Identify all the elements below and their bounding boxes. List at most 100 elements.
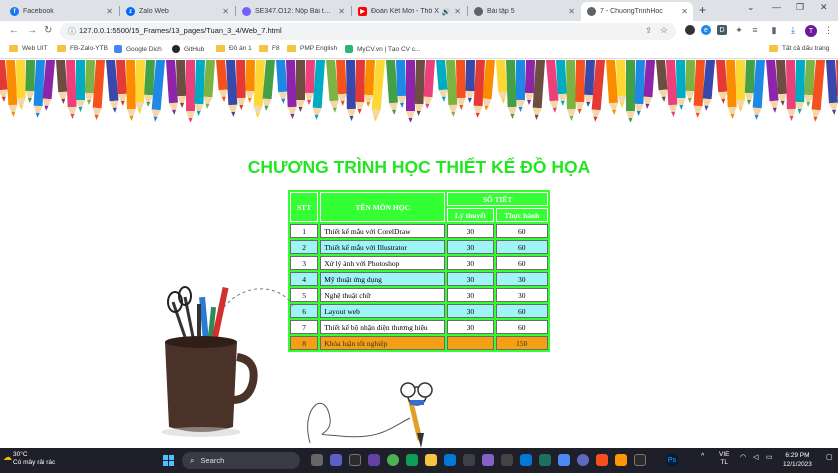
close-window-button[interactable]: ✕: [820, 2, 828, 13]
teams-icon[interactable]: [330, 454, 342, 466]
minimize-button[interactable]: —: [772, 2, 781, 12]
table-row: 6 Layout web 30 60: [290, 304, 548, 318]
tab-search-icon[interactable]: ⌄: [747, 2, 755, 13]
app-icon[interactable]: [539, 454, 551, 466]
bookmark-google-dich[interactable]: Google Dich: [114, 45, 162, 53]
bookmark-web-uit[interactable]: Web UIT: [9, 45, 48, 52]
app-icon[interactable]: [596, 454, 608, 466]
header-practice: Thực hành: [495, 208, 548, 222]
weather-widget[interactable]: ☁ 30°C Có mây rải rác: [3, 451, 55, 467]
globe-icon: [587, 7, 596, 16]
app-icon[interactable]: [349, 454, 361, 466]
youtube-icon: ▶: [358, 7, 367, 16]
app-icon[interactable]: [615, 454, 627, 466]
cell-theory: 30: [447, 256, 494, 270]
bookmark-do-an-1[interactable]: Đồ án 1: [216, 45, 252, 52]
forward-button[interactable]: →: [27, 25, 37, 36]
github-icon: [172, 45, 180, 53]
wifi-icon[interactable]: ◠: [740, 453, 746, 461]
tab-chuong-trinh-hoc[interactable]: 7 - ChuongTrinhHoc ✕: [581, 2, 693, 21]
share-icon[interactable]: ⇪: [645, 26, 652, 35]
visual-studio-icon[interactable]: [482, 454, 494, 466]
photoshop-icon[interactable]: Ps: [666, 454, 678, 466]
notification-icon[interactable]: ▢: [826, 453, 833, 461]
system-clock[interactable]: 6:29 PM 12/1/2023: [783, 451, 812, 469]
table-row: 7 Thiết kế bộ nhận diện thương hiệu 30 6…: [290, 320, 548, 334]
extension-icon[interactable]: e: [701, 25, 711, 35]
reload-button[interactable]: ↻: [44, 25, 52, 36]
app-icon[interactable]: [634, 454, 646, 466]
cell-stt: 1: [290, 224, 319, 238]
battery-icon[interactable]: ▭: [766, 453, 773, 461]
bookmark-star-icon[interactable]: ☆: [660, 25, 668, 36]
windows-start-icon[interactable]: [163, 455, 174, 466]
new-tab-button[interactable]: +: [699, 3, 706, 17]
app-icon[interactable]: [501, 454, 513, 466]
site-info-icon[interactable]: ⓘ: [68, 26, 76, 37]
chrome-icon[interactable]: [387, 454, 399, 466]
close-icon[interactable]: ✕: [568, 7, 575, 16]
cell-course-name: Thiết kế bộ nhận diện thương hiệu: [320, 320, 446, 334]
maximize-button[interactable]: ❐: [796, 2, 804, 13]
audio-icon[interactable]: 🔊: [442, 8, 451, 16]
folder-icon: [57, 45, 66, 52]
bookmark-github[interactable]: GitHub: [172, 45, 204, 53]
tab-se347[interactable]: SE347.O12: Nộp Bài tập Tr ✕: [236, 2, 350, 21]
close-icon[interactable]: ✕: [338, 7, 345, 16]
tab-facebook[interactable]: f Facebook ✕: [4, 2, 118, 21]
back-button[interactable]: ←: [9, 25, 19, 36]
puzzle-icon[interactable]: ✦: [734, 25, 744, 35]
app-icon[interactable]: [558, 454, 570, 466]
volume-icon[interactable]: ◁: [753, 453, 758, 461]
language-label: VIE: [719, 451, 730, 458]
extension-icon[interactable]: D: [717, 25, 727, 35]
zalo-icon: z: [126, 7, 135, 16]
table-row: 4 Mỹ thuật ứng dụng 30 30: [290, 272, 548, 286]
bookmark-f8[interactable]: F8: [259, 45, 280, 52]
app-icon[interactable]: [368, 454, 380, 466]
bookmark-mycv[interactable]: MyCV.vn | Tạo CV c...: [345, 45, 420, 53]
menu-icon[interactable]: ⋮: [824, 25, 833, 36]
app-icon[interactable]: [444, 454, 456, 466]
app-icon[interactable]: [577, 454, 589, 466]
vscode-icon[interactable]: [520, 454, 532, 466]
search-icon: ⌕: [190, 455, 195, 465]
tab-youtube[interactable]: ▶ Đoàn Kết Mới - Thổ X 🔊 ✕: [352, 2, 466, 21]
folder-icon: [769, 45, 778, 52]
language-indicator[interactable]: VIE TL: [719, 451, 729, 467]
media-icon[interactable]: ≡: [750, 25, 760, 35]
sidepanel-icon[interactable]: ▮: [769, 25, 779, 35]
bookmark-fb-zalo-ytb[interactable]: FB-Zalo-YTB: [57, 45, 108, 52]
tab-bai-tap-5[interactable]: Bài tập 5 ✕: [468, 2, 580, 21]
chevron-up-icon[interactable]: ^: [701, 453, 704, 460]
address-bar[interactable]: ⓘ 127.0.0.1:5500/15_Frames/13_pages/Tuan…: [60, 23, 676, 40]
url-text: 127.0.0.1:5500/15_Frames/13_pages/Tuan_3…: [79, 26, 282, 35]
tab-label: Bài tập 5: [487, 8, 515, 15]
close-icon[interactable]: ✕: [222, 7, 229, 16]
cell-course-name: Thiết kế mẫu với CorelDraw: [320, 224, 446, 238]
extension-icon[interactable]: [685, 25, 695, 35]
cell-course-name: Nghệ thuật chữ: [320, 288, 446, 302]
task-view-icon[interactable]: [311, 454, 323, 466]
file-explorer-icon[interactable]: [425, 454, 437, 466]
taskbar-search[interactable]: ⌕ Search: [182, 452, 300, 469]
close-icon[interactable]: ✕: [106, 7, 113, 16]
cell-theory: 30: [447, 320, 494, 334]
mycv-icon: [345, 45, 353, 53]
close-icon[interactable]: ✕: [454, 7, 461, 16]
cell-course-name: Thiết kế mẫu với Illustrator: [320, 240, 446, 254]
download-icon[interactable]: ⤓: [788, 25, 798, 35]
bookmark-label: Tất cả dấu trang: [782, 45, 830, 52]
clock-time: 6:29 PM: [785, 452, 810, 459]
close-icon[interactable]: ✕: [681, 7, 688, 16]
app-icon[interactable]: [463, 454, 475, 466]
tab-zalo[interactable]: z Zalo Web ✕: [120, 2, 234, 21]
cell-practice: 60: [495, 256, 548, 270]
avatar[interactable]: T: [805, 25, 817, 37]
all-bookmarks-button[interactable]: Tất cả dấu trang: [769, 45, 829, 52]
app-icon[interactable]: [406, 454, 418, 466]
bookmark-pmp-english[interactable]: PMP English: [287, 45, 337, 52]
cell-practice: 150: [495, 336, 548, 350]
browser-toolbar: ← → ↻ ⓘ 127.0.0.1:5500/15_Frames/13_page…: [0, 21, 838, 42]
cell-stt: 2: [290, 240, 319, 254]
